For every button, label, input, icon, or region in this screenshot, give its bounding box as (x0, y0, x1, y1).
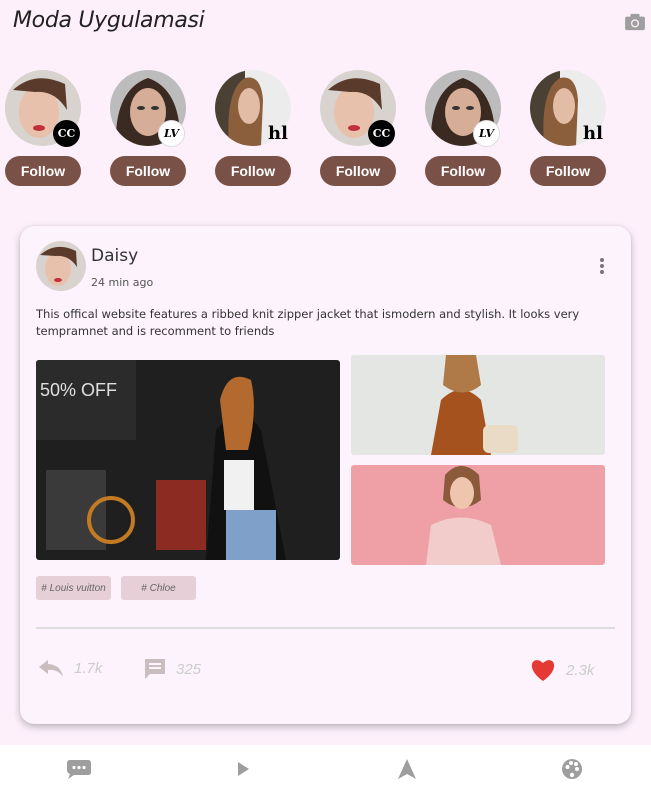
follow-button[interactable]: Follow (5, 156, 81, 186)
palette-icon[interactable] (559, 757, 585, 781)
like-action[interactable]: 2.3k (530, 658, 594, 682)
divider (36, 627, 615, 629)
navigation-arrow-icon[interactable] (394, 757, 420, 781)
follow-button[interactable]: Follow (425, 156, 501, 186)
brand-badge: CC (368, 120, 395, 147)
share-count: 1.7k (74, 659, 103, 677)
follow-button[interactable]: Follow (320, 156, 396, 186)
comment-count: 325 (176, 660, 202, 678)
chat-bubble-icon[interactable] (66, 757, 92, 781)
tag-chip[interactable]: # Louis vuitton (36, 576, 111, 600)
reply-icon[interactable] (38, 658, 64, 678)
sale-overlay: 50% OFF (40, 380, 118, 400)
share-action[interactable]: 1.7k (38, 658, 102, 678)
tag-chip[interactable]: # Chloe (121, 576, 196, 600)
post-text: This offical website features a ribbed k… (36, 307, 580, 338)
follow-button[interactable]: Follow (530, 156, 606, 186)
app-title: Moda Uygulamasi (13, 8, 205, 33)
heart-icon[interactable] (530, 658, 556, 682)
post-time: 24 min ago (91, 276, 154, 289)
follow-button[interactable]: Follow (110, 156, 186, 186)
play-icon[interactable] (230, 757, 256, 781)
post-image-bottom[interactable] (351, 465, 605, 565)
post-author[interactable]: Daisy (91, 246, 138, 266)
bottom-nav (0, 745, 651, 793)
post-image-top[interactable] (351, 355, 605, 455)
post-card: Daisy 24 min ago This offical website fe… (20, 226, 631, 724)
brand-badge: CC (53, 120, 80, 147)
brand-badge: hl (268, 123, 288, 144)
like-count: 2.3k (566, 661, 595, 679)
follow-button[interactable]: Follow (215, 156, 291, 186)
more-options-icon[interactable] (600, 258, 606, 274)
stories-row: CC Follow LV Follow hl Follow CC Follow … (0, 70, 651, 190)
post-image-main[interactable]: 50% OFF (36, 360, 340, 560)
camera-icon[interactable] (624, 13, 646, 31)
brand-badge: LV (473, 120, 500, 147)
comment-action[interactable]: 325 (144, 658, 201, 680)
comment-icon[interactable] (144, 658, 166, 680)
brand-badge: hl (583, 123, 603, 144)
avatar[interactable] (36, 241, 86, 291)
brand-badge: LV (158, 120, 185, 147)
